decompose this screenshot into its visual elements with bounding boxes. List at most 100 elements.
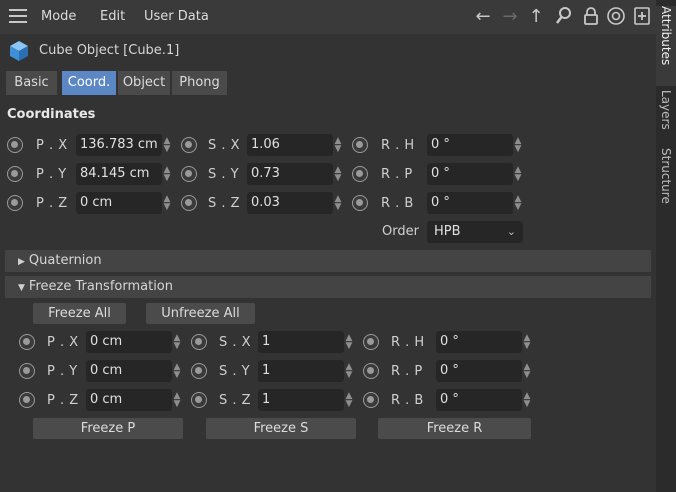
freeze-py-field[interactable]: 0 cm xyxy=(86,360,172,382)
target-icon[interactable] xyxy=(606,6,626,28)
new-panel-icon[interactable] xyxy=(632,6,652,28)
tab-object[interactable]: Object xyxy=(118,71,170,95)
rotation-order-select[interactable]: HPB ⌄ xyxy=(427,221,523,243)
freeze-sz-field[interactable]: 1 xyxy=(258,389,344,411)
rh-label: R . H xyxy=(381,138,415,153)
sy-label: S . Y xyxy=(208,167,240,182)
py-spinner[interactable]: ▲ ▼ xyxy=(162,163,172,185)
freeze-rp-label: R . P xyxy=(391,364,423,379)
side-tab-attributes[interactable]: Attributes xyxy=(656,6,676,86)
freeze-animate-rp-radio[interactable] xyxy=(363,363,379,379)
rp-field[interactable]: 0 ° xyxy=(427,163,513,185)
freeze-rh-field[interactable]: 0 ° xyxy=(436,331,522,353)
animate-sz-radio[interactable] xyxy=(181,195,197,211)
freeze-sz-label: S . Z xyxy=(219,393,252,408)
menu-user-data[interactable]: User Data xyxy=(144,9,209,24)
freeze-rp-spinner[interactable]: ▲ ▼ xyxy=(522,360,532,382)
search-icon[interactable] xyxy=(554,6,574,28)
sx-field[interactable]: 1.06 xyxy=(247,134,333,156)
freeze-animate-px-radio[interactable] xyxy=(19,334,35,350)
rp-spinner[interactable]: ▲ ▼ xyxy=(513,163,523,185)
freeze-px-field[interactable]: 0 cm xyxy=(86,331,172,353)
sz-field[interactable]: 0.03 xyxy=(247,192,333,214)
menu-mode[interactable]: Mode xyxy=(41,9,76,24)
freeze-animate-py-radio[interactable] xyxy=(19,363,35,379)
pz-spinner[interactable]: ▲ ▼ xyxy=(162,192,172,214)
arrow-right-icon[interactable]: → xyxy=(500,6,520,28)
pz-field[interactable]: 0 cm xyxy=(76,192,162,214)
side-tab-layers[interactable]: Layers xyxy=(656,90,676,146)
py-field[interactable]: 84.145 cm xyxy=(76,163,162,185)
tab-basic[interactable]: Basic xyxy=(6,71,57,95)
freeze-rp-field[interactable]: 0 ° xyxy=(436,360,522,382)
py-label: P . Y xyxy=(36,167,67,182)
px-field[interactable]: 136.783 cm xyxy=(76,134,162,156)
freeze-pz-field[interactable]: 0 cm xyxy=(86,389,172,411)
freeze-animate-sx-radio[interactable] xyxy=(191,334,207,350)
hamburger-menu-icon[interactable] xyxy=(9,9,27,23)
freeze-animate-rb-radio[interactable] xyxy=(363,392,379,408)
freeze-animate-sy-radio[interactable] xyxy=(191,363,207,379)
rb-label: R . B xyxy=(381,196,414,211)
arrow-left-icon[interactable]: ← xyxy=(473,6,493,28)
animate-px-radio[interactable] xyxy=(7,137,23,153)
chevron-down-icon: ▼ xyxy=(18,283,25,293)
rh-spinner[interactable]: ▲ ▼ xyxy=(513,134,523,156)
px-label: P . X xyxy=(36,138,68,153)
rb-spinner[interactable]: ▲ ▼ xyxy=(513,192,523,214)
freeze-rb-field[interactable]: 0 ° xyxy=(436,389,522,411)
freeze-animate-sz-radio[interactable] xyxy=(191,392,207,408)
tab-coord[interactable]: Coord. xyxy=(62,71,116,95)
freeze-rb-spinner[interactable]: ▲ ▼ xyxy=(522,389,532,411)
quaternion-group[interactable]: ▶ Quaternion xyxy=(5,250,651,272)
freeze-py-spinner[interactable]: ▲ ▼ xyxy=(172,360,182,382)
rb-field[interactable]: 0 ° xyxy=(427,192,513,214)
freeze-sx-label: S . X xyxy=(219,335,252,350)
freeze-sx-field[interactable]: 1 xyxy=(258,331,344,353)
rh-field[interactable]: 0 ° xyxy=(427,134,513,156)
sx-label: S . X xyxy=(208,138,241,153)
freeze-rh-spinner[interactable]: ▲ ▼ xyxy=(522,331,532,353)
freeze-pz-label: P . Z xyxy=(47,393,79,408)
animate-rp-radio[interactable] xyxy=(352,166,368,182)
animate-rh-radio[interactable] xyxy=(352,137,368,153)
order-value: HPB xyxy=(434,224,461,239)
tab-phong[interactable]: Phong xyxy=(172,71,227,95)
freeze-px-label: P . X xyxy=(47,335,79,350)
object-title: Cube Object [Cube.1] xyxy=(39,43,180,58)
menu-edit[interactable]: Edit xyxy=(100,9,125,24)
sy-field[interactable]: 0.73 xyxy=(247,163,333,185)
side-tab-structure[interactable]: Structure xyxy=(656,148,676,218)
freeze-px-spinner[interactable]: ▲ ▼ xyxy=(172,331,182,353)
sz-spinner[interactable]: ▲ ▼ xyxy=(333,192,343,214)
chevron-down-icon: ⌄ xyxy=(506,225,516,238)
freeze-all-button[interactable]: Freeze All xyxy=(33,303,126,324)
freeze-pz-spinner[interactable]: ▲ ▼ xyxy=(172,389,182,411)
px-spinner[interactable]: ▲ ▼ xyxy=(162,134,172,156)
lock-icon[interactable] xyxy=(581,6,601,28)
unfreeze-all-button[interactable]: Unfreeze All xyxy=(146,303,255,324)
freeze-r-button[interactable]: Freeze R xyxy=(378,418,531,439)
arrow-up-icon[interactable]: ↑ xyxy=(526,6,546,28)
sy-spinner[interactable]: ▲ ▼ xyxy=(333,163,343,185)
freeze-animate-rh-radio[interactable] xyxy=(363,334,379,350)
sz-label: S . Z xyxy=(208,196,241,211)
animate-pz-radio[interactable] xyxy=(7,195,23,211)
freeze-rh-label: R . H xyxy=(391,335,425,350)
freeze-animate-pz-radio[interactable] xyxy=(19,392,35,408)
animate-sx-radio[interactable] xyxy=(181,137,197,153)
sx-spinner[interactable]: ▲ ▼ xyxy=(333,134,343,156)
pz-label: P . Z xyxy=(36,196,68,211)
order-label: Order xyxy=(382,224,419,239)
freeze-s-button[interactable]: Freeze S xyxy=(206,418,356,439)
freeze-p-button[interactable]: Freeze P xyxy=(33,418,183,439)
freeze-transformation-group[interactable]: ▼ Freeze Transformation xyxy=(5,276,651,298)
freeze-sx-spinner[interactable]: ▲ ▼ xyxy=(344,331,354,353)
animate-rb-radio[interactable] xyxy=(352,195,368,211)
freeze-transformation-label: Freeze Transformation xyxy=(28,279,173,294)
animate-sy-radio[interactable] xyxy=(181,166,197,182)
freeze-sz-spinner[interactable]: ▲ ▼ xyxy=(344,389,354,411)
freeze-sy-field[interactable]: 1 xyxy=(258,360,344,382)
freeze-sy-spinner[interactable]: ▲ ▼ xyxy=(344,360,354,382)
animate-py-radio[interactable] xyxy=(7,166,23,182)
